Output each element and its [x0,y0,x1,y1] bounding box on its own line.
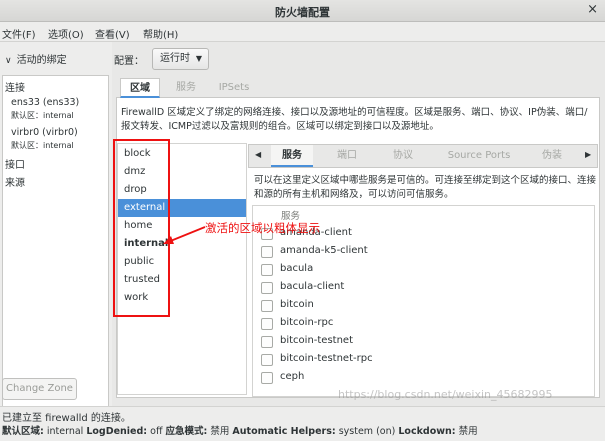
connection-ens33[interactable]: ens33 (ens33) [11,97,79,108]
lockdown-value: 禁用 [458,426,478,437]
service-checkbox[interactable] [261,300,273,312]
service-checkbox[interactable] [261,282,273,294]
active-bindings-pane: ∨ 活动的绑定 连接 ens33 (ens33) 默认区：internal vir… [0,42,112,441]
connections-label[interactable]: 连接 [5,79,25,94]
tab-masquerade[interactable]: 伪装 [532,145,572,167]
list-item: bitcoin-rpc [253,315,594,333]
menu-options[interactable]: 选项(O) [48,26,84,41]
default-zone-value: internal [46,426,84,437]
logdenied-label: LogDenied: [86,426,148,437]
list-item: bitcoin [253,297,594,315]
tab-service[interactable]: 服务 [271,145,313,167]
status-text: 已建立至 firewalld 的连接。 [2,413,131,424]
title-bar: 防火墙配置 × [0,0,605,22]
status-bar: 已建立至 firewalld 的连接。 [0,406,605,424]
watermark: https://blog.csdn.net/weixin_45682995 [338,388,553,401]
window-title: 防火墙配置 [275,6,330,19]
tab-protocols[interactable]: 协议 [383,145,423,167]
service-tabs: ◀ 服务 端口 协议 Source Ports 伪装 ▶ [248,144,598,168]
interfaces-label[interactable]: 接口 [5,156,25,171]
scroll-right-icon[interactable]: ▶ [585,150,591,159]
config-label: 配置： [114,56,144,67]
menu-file[interactable]: 文件(F) [2,26,36,41]
panic-mode-value: 禁用 [210,426,230,437]
change-zone-button[interactable]: Change Zone [2,378,77,400]
helpers-value: system (on) [338,426,396,437]
tab-ipsets[interactable]: IPSets [212,78,256,98]
panic-mode-label: 应急模式: [165,426,208,437]
info-bar: 默认区域: internal LogDenied: off 应急模式: 禁用 A… [0,423,605,441]
logdenied-value: off [150,426,163,437]
dropdown-arrow-icon: ▼ [195,54,202,63]
service-checkbox[interactable] [261,246,273,258]
close-icon[interactable]: × [587,3,598,17]
service-checkbox[interactable] [261,318,273,330]
scroll-left-icon[interactable]: ◀ [255,150,261,159]
default-zone-label: 默认区域: [2,426,44,437]
service-checkbox[interactable] [261,354,273,366]
annotation-arrow-icon [163,226,206,244]
menu-help[interactable]: 帮助(H) [143,26,178,41]
service-description: 可以在这里定义区域中哪些服务是可信的。可连接至绑定到这个区域的接口、连接和源的所… [254,175,597,200]
chevron-down-icon: ∨ [5,56,12,66]
service-checkbox[interactable] [261,336,273,348]
list-item: bitcoin-testnet-rpc [253,351,594,369]
service-checkbox[interactable] [261,264,273,276]
tab-zones[interactable]: 区域 [120,78,160,98]
zone-description: FirewallD 区域定义了绑定的网络连接、接口以及源地址的可信程度。区域是服… [121,107,588,132]
sources-label[interactable]: 来源 [5,174,25,189]
connection-virbr0[interactable]: virbr0 (virbr0) [11,127,78,138]
annotation-text: 激活的区域以粗体显示 [205,221,320,235]
tab-services[interactable]: 服务 [166,78,206,98]
active-bindings-header[interactable]: ∨ 活动的绑定 [5,51,67,66]
bindings-list: 连接 ens33 (ens33) 默认区：internal virbr0 (vi… [2,75,109,408]
helpers-label: Automatic Helpers: [232,426,336,437]
tab-source-ports[interactable]: Source Ports [442,145,516,167]
config-select[interactable]: 运行时 ▼ [152,48,209,70]
list-item: bacula [253,261,594,279]
list-item: amanda-k5-client [253,243,594,261]
connection-virbr0-zone: 默认区：internal [11,141,74,150]
menu-bar: 文件(F) 选项(O) 查看(V) 帮助(H) [0,22,605,42]
connection-ens33-zone: 默认区：internal [11,111,74,120]
service-checkbox[interactable] [261,372,273,384]
lockdown-label: Lockdown: [398,426,456,437]
tab-ports[interactable]: 端口 [327,145,367,167]
list-item: bitcoin-testnet [253,333,594,351]
list-item: ceph [253,369,594,387]
main-tabs: 区域 服务 IPSets [116,78,600,98]
list-item: bacula-client [253,279,594,297]
menu-view[interactable]: 查看(V) [95,26,130,41]
